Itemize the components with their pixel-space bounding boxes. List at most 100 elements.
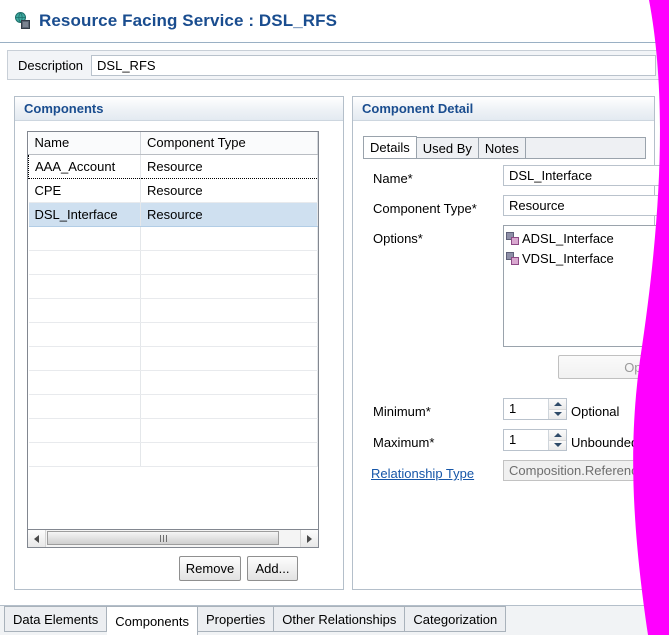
cell-empty <box>28 418 141 443</box>
table-row-empty[interactable] <box>28 418 318 443</box>
components-table: Name Component Type AAA_Account Resource C… <box>28 132 318 467</box>
resource-facing-service-icon <box>14 12 32 30</box>
scrollbar-thumb[interactable] <box>47 531 279 545</box>
maximum-increment-icon[interactable] <box>549 430 566 441</box>
table-row-empty[interactable] <box>28 274 318 299</box>
maximum-label: Maximum* <box>373 435 435 450</box>
component-detail-panel: Component Detail Details Used By Notes N… <box>352 96 666 590</box>
component-icon <box>506 251 520 265</box>
tab-details[interactable]: Details <box>363 136 417 158</box>
cell-component-type[interactable]: Resource <box>140 201 318 227</box>
component-type-label: Component Type* <box>373 201 477 216</box>
cell-name[interactable]: DSL_Interface <box>28 201 141 227</box>
cell-empty <box>28 250 141 275</box>
bottom-tab-components[interactable]: Components <box>107 606 198 635</box>
bottom-tab-properties[interactable]: Properties <box>197 606 275 632</box>
minimum-increment-icon[interactable] <box>549 399 566 410</box>
column-header-name[interactable]: Name <box>28 132 141 155</box>
components-table-container[interactable]: Name Component Type AAA_Account Resource C… <box>27 131 319 530</box>
open-button[interactable]: Open <box>558 355 666 379</box>
table-row-empty[interactable] <box>28 346 318 371</box>
grip-icon <box>159 534 167 542</box>
components-table-body: AAA_Account Resource CPE Resource DSL_Interf… <box>28 153 318 467</box>
maximum-stepper[interactable]: 1 <box>503 429 567 451</box>
cell-empty <box>28 298 141 323</box>
cell-empty <box>140 418 318 443</box>
minimum-value[interactable]: 1 <box>504 399 548 419</box>
tab-bar-filler <box>525 137 646 158</box>
minimum-decrement-icon[interactable] <box>549 409 566 419</box>
table-row-empty[interactable] <box>28 394 318 419</box>
cell-component-type[interactable]: Resource <box>140 153 318 179</box>
page-title: Resource Facing Service : DSL_RFS <box>39 11 338 30</box>
list-item-label: VDSL_Interface <box>522 250 614 266</box>
table-row[interactable]: DSL_Interface Resource <box>28 201 318 227</box>
description-label: Description <box>18 57 84 73</box>
name-label: Name* <box>373 171 413 186</box>
bottom-tab-categorization[interactable]: Categorization <box>405 606 507 632</box>
list-item[interactable]: ADSL_Interface <box>506 228 665 248</box>
table-row-empty[interactable] <box>28 322 318 347</box>
minimum-optional-label[interactable]: Optional <box>571 404 619 419</box>
bottom-tab-bar: Data Elements Components Properties Other R… <box>0 605 669 635</box>
cell-empty <box>140 346 318 371</box>
relationship-type-row: Relationship Type <box>371 466 474 481</box>
minimum-label: Minimum* <box>373 404 431 419</box>
table-row-empty[interactable] <box>28 298 318 323</box>
list-item[interactable]: VDSL_Interface <box>506 248 665 268</box>
scroll-right-arrow-icon[interactable] <box>300 530 318 547</box>
table-row-empty[interactable] <box>28 370 318 395</box>
scroll-left-arrow-icon[interactable] <box>28 530 46 547</box>
component-type-input[interactable] <box>503 195 666 216</box>
component-detail-header: Component Detail <box>353 97 654 121</box>
tab-used-by[interactable]: Used By <box>416 137 479 158</box>
component-icon <box>506 231 520 245</box>
horizontal-scrollbar[interactable] <box>27 530 319 548</box>
remove-button[interactable]: Remove <box>179 556 241 581</box>
list-item-label: ADSL_Interface <box>522 230 614 246</box>
name-input[interactable] <box>503 165 666 186</box>
detail-tab-bar: Details Used By Notes <box>363 136 646 159</box>
maximum-decrement-icon[interactable] <box>549 440 566 450</box>
table-row-empty[interactable] <box>28 250 318 275</box>
maximum-value[interactable]: 1 <box>504 430 548 450</box>
cell-empty <box>140 442 318 467</box>
components-panel: Components Name Component Type AAA_Accou… <box>14 96 344 590</box>
maximum-stepper-buttons[interactable] <box>548 430 566 450</box>
details-form: Name* Component Type* Options* ADSL_Inte… <box>363 159 666 580</box>
table-row[interactable]: AAA_Account Resource <box>28 153 318 179</box>
add-button[interactable]: Add... <box>247 556 298 581</box>
cell-empty <box>140 226 318 251</box>
cell-empty <box>140 274 318 299</box>
cell-name[interactable]: AAA_Account <box>28 153 141 179</box>
window-title-bar: Resource Facing Service : DSL_RFS <box>0 0 669 43</box>
cell-empty <box>28 346 141 371</box>
column-header-component-type[interactable]: Component Type <box>140 132 318 155</box>
table-header-row: Name Component Type <box>28 132 318 155</box>
cell-empty <box>140 370 318 395</box>
options-list[interactable]: ADSL_Interface VDSL_Interface <box>503 225 666 347</box>
cell-empty <box>140 394 318 419</box>
minimum-stepper[interactable]: 1 <box>503 398 567 420</box>
bottom-tab-data-elements[interactable]: Data Elements <box>4 606 108 632</box>
bottom-tab-other-relationships[interactable]: Other Relationships <box>274 606 406 632</box>
scrollbar-track[interactable] <box>46 530 300 547</box>
cell-empty <box>140 322 318 347</box>
cell-component-type[interactable]: Resource <box>140 178 318 203</box>
tab-notes[interactable]: Notes <box>478 137 526 158</box>
cell-empty <box>28 226 141 251</box>
cell-empty <box>28 394 141 419</box>
table-row-empty[interactable] <box>28 442 318 467</box>
cell-empty <box>28 274 141 299</box>
relationship-type-input[interactable] <box>503 460 666 481</box>
table-row-empty[interactable] <box>28 226 318 251</box>
minimum-stepper-buttons[interactable] <box>548 399 566 419</box>
relationship-type-link[interactable]: Relationship Type <box>371 466 474 481</box>
cell-empty <box>28 322 141 347</box>
description-input[interactable] <box>91 54 656 76</box>
maximum-unbounded-label[interactable]: Unbounded <box>571 435 638 450</box>
table-row[interactable]: CPE Resource <box>28 178 318 203</box>
cell-empty <box>28 370 141 395</box>
cell-name[interactable]: CPE <box>28 178 141 203</box>
description-row: Description <box>7 50 662 80</box>
